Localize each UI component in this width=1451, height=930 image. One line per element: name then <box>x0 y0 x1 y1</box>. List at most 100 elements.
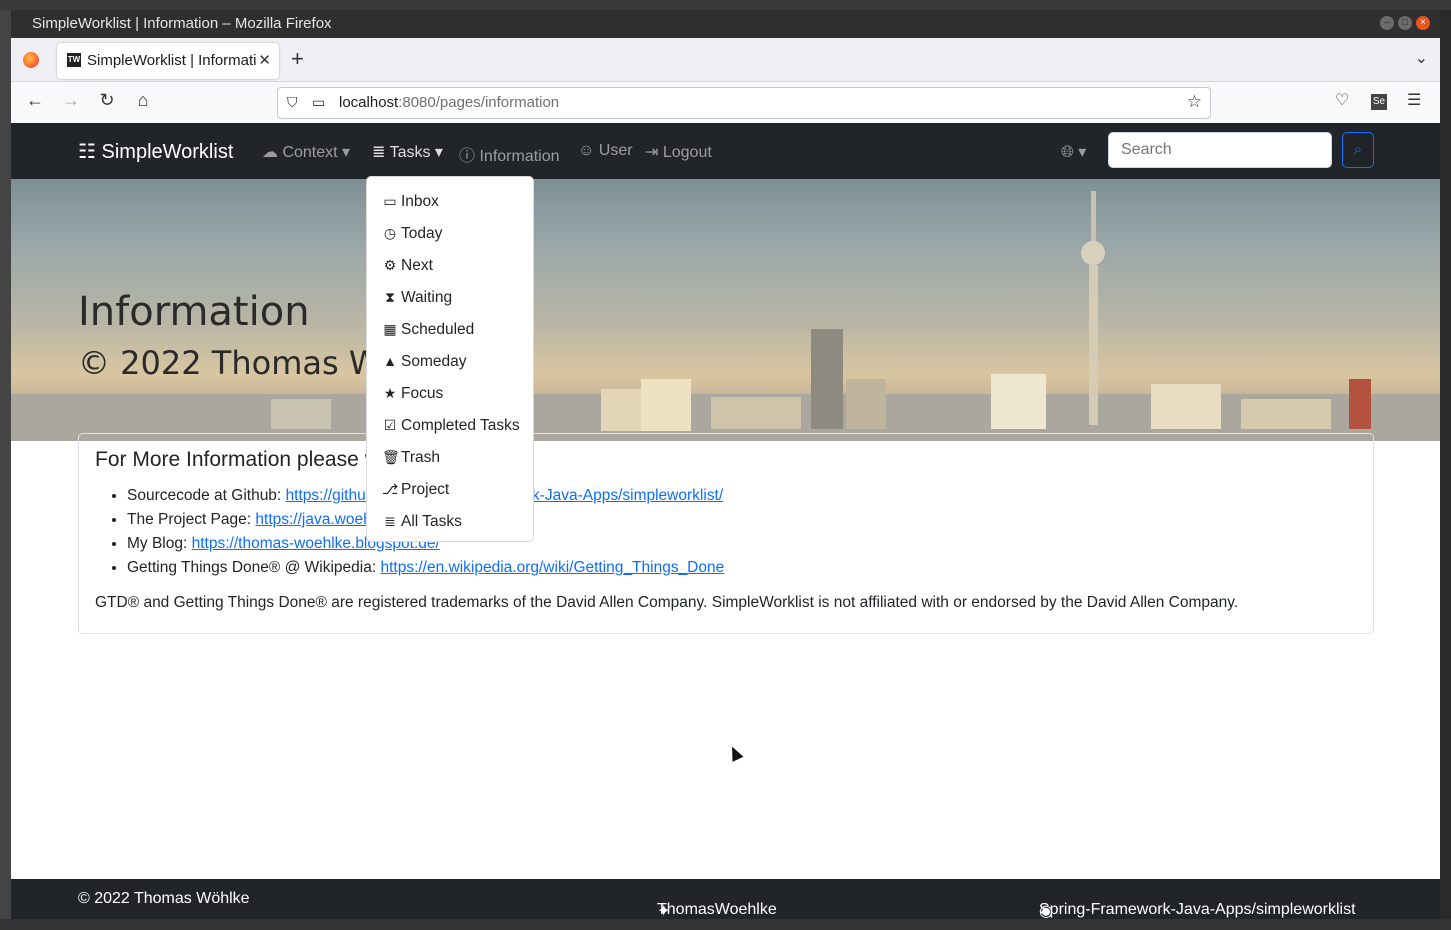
list-icon: ☷ <box>78 141 96 163</box>
bookmark-star-icon[interactable]: ☆ <box>1187 92 1202 112</box>
caret-down-icon: ▾ <box>342 144 351 161</box>
selenium-extension-icon[interactable]: Se <box>1371 94 1387 110</box>
card-heading: For More Information please visit: <box>95 448 407 471</box>
reload-icon[interactable]: ↻ <box>95 90 119 111</box>
forward-icon[interactable]: → <box>59 90 83 111</box>
minimize-button[interactable]: – <box>1380 16 1394 30</box>
menu-item-label: Scheduled <box>401 321 475 338</box>
search-icon: ⌕ <box>1353 141 1363 158</box>
menu-item-trash[interactable]: 🗑︎Trash <box>367 441 533 473</box>
menu-item-inbox[interactable]: ▭ Inbox <box>367 185 533 217</box>
tracking-shield-icon[interactable]: ⛉ <box>287 94 298 111</box>
menu-item-scheduled[interactable]: ▦ Scheduled <box>367 313 533 345</box>
caret-down-icon: ▾ <box>1078 144 1087 161</box>
road-icon: ▲ <box>383 353 397 369</box>
menu-item-completed-tasks[interactable]: ☑ Completed Tasks <box>367 409 533 441</box>
clock-icon: ◷ <box>383 225 397 241</box>
page-info-icon[interactable]: ▭ <box>312 94 325 111</box>
menu-item-label: Someday <box>401 353 467 370</box>
desktop-top-strip <box>0 0 1451 10</box>
close-window-button[interactable]: × <box>1416 16 1430 30</box>
info-circle-icon: ⓘ <box>459 148 476 165</box>
nav-tasks-label: Tasks <box>389 144 431 161</box>
tab-title: SimpleWorklist | Information <box>87 52 257 69</box>
firefox-icon[interactable] <box>23 52 39 68</box>
menu-item-label: Inbox <box>401 193 439 210</box>
nav-context-label: Context <box>282 144 338 161</box>
list-item: Getting Things Done® @ Wikipedia: https:… <box>127 556 724 580</box>
search-button[interactable]: ⌕ <box>1342 132 1374 168</box>
tasks-dropdown-menu: ▭ Inbox ◷ Today ⚙ Next ⧗ Waiting ▦ Scheduled … <box>366 176 534 542</box>
url-text[interactable]: localhost:8080/pages/information <box>339 94 559 111</box>
page-footer: © 2022 Thomas Wöhlke ✦ ThomasWoehlke ◉ S… <box>11 879 1440 919</box>
search-input[interactable] <box>1108 132 1332 168</box>
wikipedia-link[interactable]: https://en.wikipedia.org/wiki/Getting_Th… <box>380 559 724 576</box>
menu-item-today[interactable]: ◷ Today <box>367 217 533 249</box>
tab-simpleworklist[interactable]: TW SimpleWorklist | Information ✕ <box>57 43 279 79</box>
menu-item-next[interactable]: ⚙ Next <box>367 249 533 281</box>
menu-item-label: All Tasks <box>401 513 462 530</box>
home-icon[interactable]: ⌂ <box>131 90 155 111</box>
list-all-tabs-icon[interactable]: ⌄ <box>1415 48 1428 68</box>
url-host: localhost <box>339 94 399 111</box>
favicon-icon: TW <box>67 53 81 67</box>
nav-information-link[interactable]: ⓘ Information <box>459 142 560 166</box>
menu-item-focus[interactable]: ★ Focus <box>367 377 533 409</box>
menu-item-project[interactable]: ⎇ Project <box>367 473 533 505</box>
url-bar[interactable]: ⛉ ▭ localhost:8080/pages/information ☆ <box>277 87 1211 119</box>
nav-logout-link[interactable]: ⇥ Logout <box>645 142 712 162</box>
trademark-disclaimer: GTD® and Getting Things Done® are regist… <box>95 594 1239 611</box>
menu-item-label: Waiting <box>401 289 453 306</box>
inbox-icon: ▭ <box>383 193 397 209</box>
desktop-bottom-strip <box>0 919 1451 930</box>
calendar-icon: ▦ <box>383 321 397 337</box>
twitter-handle: ThomasWoehlke <box>657 901 777 918</box>
menu-item-waiting[interactable]: ⧗ Waiting <box>367 281 533 313</box>
back-icon[interactable]: ← <box>23 90 47 111</box>
nav-user-label: User <box>598 142 633 159</box>
menu-item-label: Next <box>401 257 433 274</box>
database-icon: ≣ <box>372 144 386 161</box>
web-page: ☷ SimpleWorklist ☁ Context ▾ ≣ Tasks ▾ ⓘ… <box>11 123 1440 919</box>
globe-icon: 🌐︎ <box>1061 144 1074 161</box>
hero-banner: Information © 2022 Thomas Wöhlke <box>11 179 1440 441</box>
window-title: SimpleWorklist | Information – Mozilla F… <box>32 15 332 32</box>
link-label: Sourcecode at Github: <box>127 487 282 504</box>
footer-copyright: © 2022 Thomas Wöhlke <box>78 890 250 907</box>
sign-out-icon: ⇥ <box>645 144 659 161</box>
window-titlebar: SimpleWorklist | Information – Mozilla F… <box>11 10 1440 38</box>
link-label: My Blog: <box>127 535 188 552</box>
cloud-icon: ☁ <box>262 144 278 161</box>
nav-tasks-dropdown[interactable]: ≣ Tasks ▾ <box>372 142 443 162</box>
nav-logout-label: Logout <box>662 144 712 161</box>
browser-toolbar: ← → ↻ ⌂ ⛉ ▭ localhost:8080/pages/informa… <box>11 82 1440 124</box>
menu-item-all-tasks[interactable]: ≣ All Tasks <box>367 505 533 537</box>
caret-down-icon: ▾ <box>434 144 443 161</box>
project-diagram-icon: ⎇ <box>382 481 399 497</box>
app-navbar: ☷ SimpleWorklist ☁ Context ▾ ≣ Tasks ▾ ⓘ… <box>11 123 1440 179</box>
desktop-right-strip <box>1440 10 1451 930</box>
menu-item-label: Trash <box>401 449 441 466</box>
new-tab-button[interactable]: + <box>291 46 304 72</box>
menu-item-label: Today <box>401 225 443 242</box>
page-title: Information <box>78 289 310 335</box>
brand-link[interactable]: ☷ SimpleWorklist <box>78 139 233 164</box>
hourglass-icon: ⧗ <box>385 289 395 305</box>
maximize-button[interactable]: □ <box>1398 16 1412 30</box>
pocket-icon[interactable]: ♡ <box>1335 90 1349 110</box>
menu-item-label: Project <box>401 481 450 498</box>
language-dropdown[interactable]: 🌐︎ ▾ <box>1061 142 1086 162</box>
nav-user-link[interactable]: ☺ User <box>578 142 633 160</box>
link-label: Getting Things Done® @ Wikipedia: <box>127 559 377 576</box>
tab-bar: TW SimpleWorklist | Information ✕ + ⌄ <box>11 38 1440 82</box>
github-repo: Spring-Framework-Java-Apps/simpleworklis… <box>1039 901 1356 918</box>
database-icon: ≣ <box>384 513 396 529</box>
nav-context-dropdown[interactable]: ☁ Context ▾ <box>262 142 350 162</box>
menu-hamburger-icon[interactable]: ☰ <box>1407 90 1421 110</box>
url-path: :8080/pages/information <box>398 94 560 111</box>
close-tab-icon[interactable]: ✕ <box>258 51 271 69</box>
menu-item-someday[interactable]: ▲ Someday <box>367 345 533 377</box>
menu-item-label: Completed Tasks <box>401 417 520 434</box>
info-card: For More Information please visit: Sourc… <box>78 433 1374 634</box>
menu-item-label: Focus <box>401 385 444 402</box>
